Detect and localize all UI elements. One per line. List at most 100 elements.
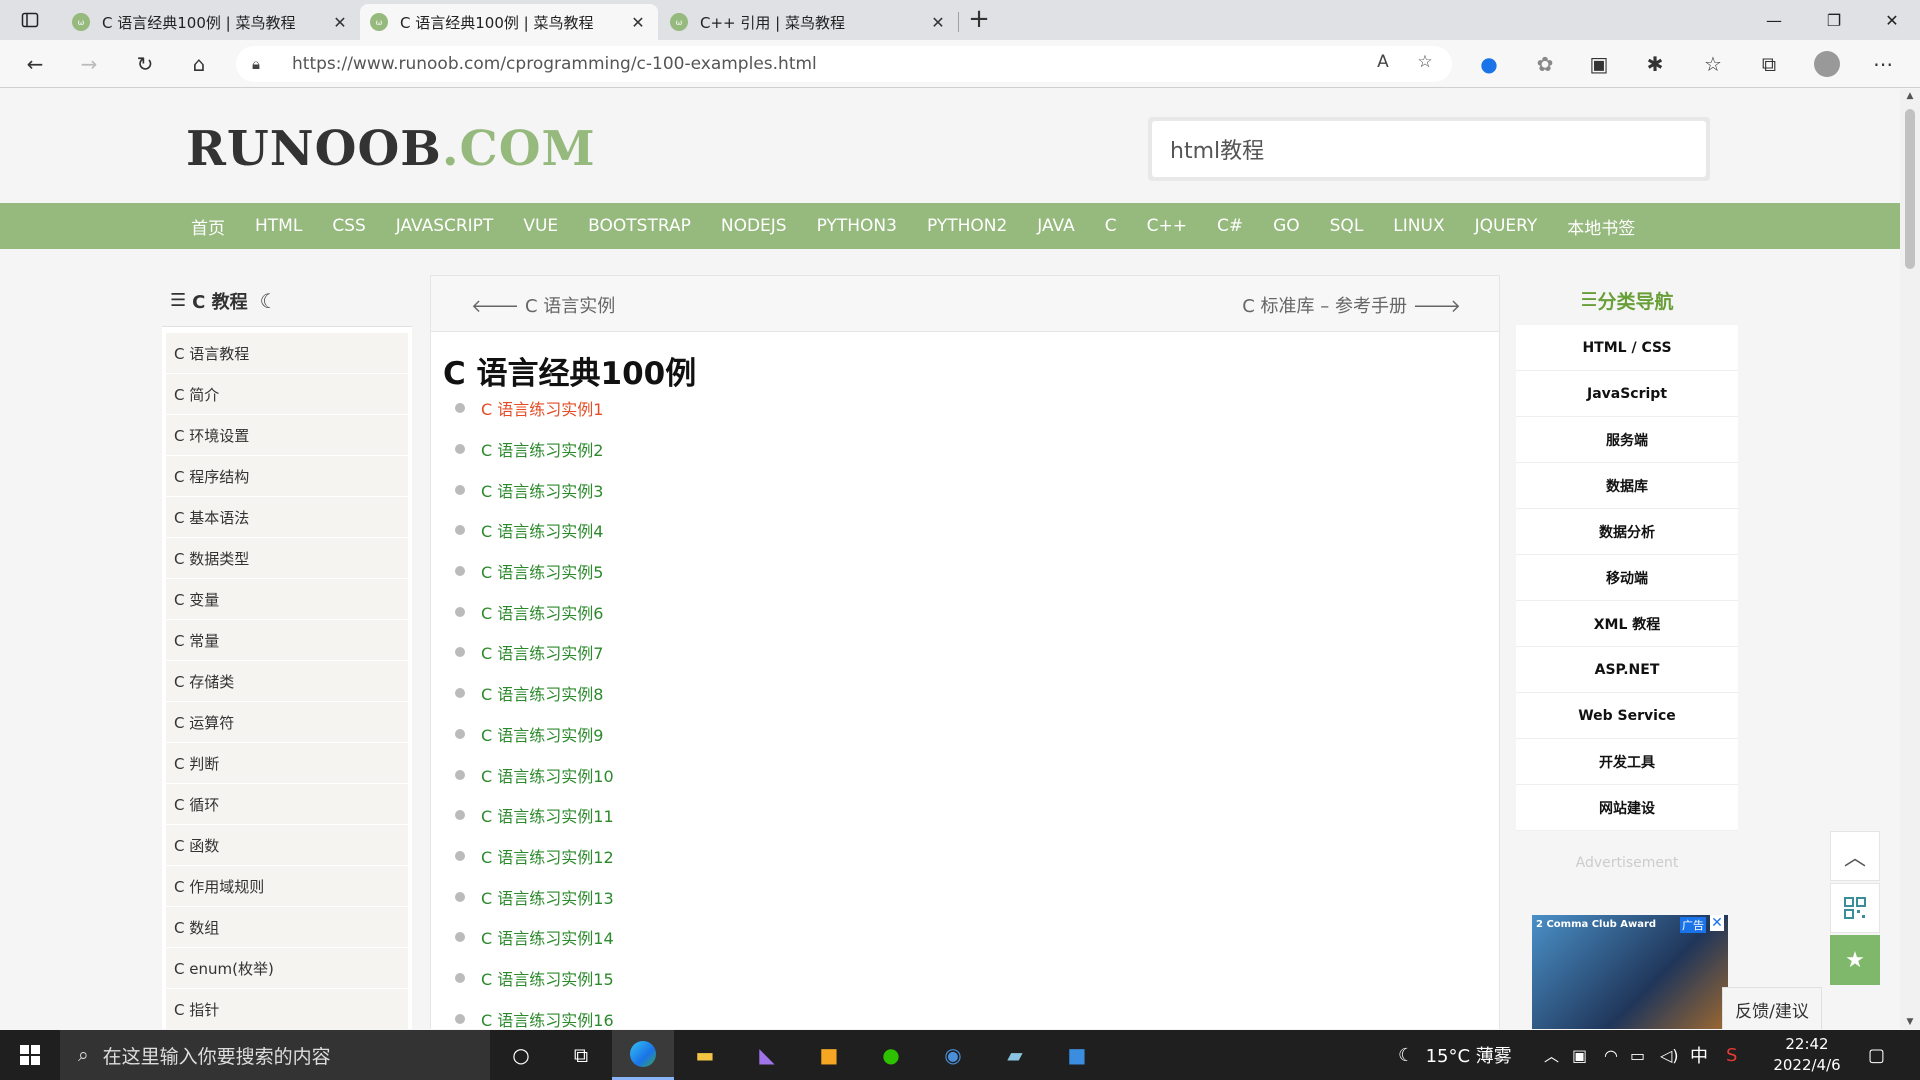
taskbar-search[interactable]: ⌕ 在这里输入你要搜索的内容 <box>60 1030 490 1080</box>
restore-icon[interactable]: ❐ <box>1806 0 1862 40</box>
feedback-button[interactable]: 反馈/建议 <box>1722 987 1822 1029</box>
next-link[interactable]: C 标准库 – 参考手册 🡒 <box>1242 292 1461 318</box>
example-link[interactable]: C 语言练习实例11 <box>481 803 614 827</box>
example-link[interactable]: C 语言练习实例15 <box>481 966 614 990</box>
nav-item[interactable]: 首页 <box>176 214 240 239</box>
nav-item[interactable]: HTML <box>240 216 317 236</box>
nav-item[interactable]: SQL <box>1315 216 1379 236</box>
tray-app-icon[interactable]: ▣ <box>1572 1030 1587 1080</box>
blue-app-icon[interactable]: ■ <box>1046 1030 1108 1080</box>
scroll-down-icon[interactable]: ▼ <box>1900 1017 1920 1027</box>
address-bar[interactable]: 🔒︎ https://www.runoob.com/cprogramming/c… <box>236 46 1452 82</box>
nav-item[interactable]: PYTHON3 <box>802 216 912 236</box>
minimize-icon[interactable]: — <box>1746 0 1802 40</box>
nav-item[interactable]: JQUERY <box>1460 216 1553 236</box>
extension-game-icon[interactable]: ▣ <box>1582 48 1616 80</box>
close-tab-icon[interactable]: ✕ <box>628 13 648 32</box>
close-window-icon[interactable]: ✕ <box>1864 0 1920 40</box>
tray-chevron-icon[interactable]: ︿ <box>1544 1030 1559 1080</box>
nav-item[interactable]: LINUX <box>1378 216 1459 236</box>
volume-icon[interactable]: ◁) <box>1660 1030 1679 1080</box>
weather-widget[interactable]: ☾ 15°C 薄雾 <box>1398 1030 1512 1080</box>
example-link[interactable]: C 语言练习实例16 <box>481 1007 614 1029</box>
task-view-icon[interactable]: ⧉ <box>550 1030 612 1080</box>
example-link[interactable]: C 语言练习实例6 <box>481 600 603 624</box>
sidebar-item[interactable]: C 数组 <box>166 907 408 948</box>
example-link[interactable]: C 语言练习实例8 <box>481 681 603 705</box>
new-tab-button[interactable]: + <box>964 6 994 34</box>
category-item[interactable]: 网站建设 <box>1516 785 1738 831</box>
ad-banner[interactable]: 2 Comma Club Award 广告 ✕ <box>1532 915 1728 1029</box>
nav-item[interactable]: JAVA <box>1022 216 1089 236</box>
ime-indicator[interactable]: 中 <box>1690 1030 1708 1080</box>
category-item[interactable]: Web Service <box>1516 693 1738 739</box>
browser-tab-3[interactable]: ω C++ 引用 | 菜鸟教程 ✕ <box>660 4 958 40</box>
example-link[interactable]: C 语言练习实例12 <box>481 844 614 868</box>
category-item[interactable]: 移动端 <box>1516 555 1738 601</box>
sidebar-item[interactable]: C 程序结构 <box>166 456 408 497</box>
sidebar-item[interactable]: C 作用域规则 <box>166 866 408 907</box>
home-icon[interactable]: ⌂ <box>182 48 216 80</box>
more-menu-icon[interactable]: ⋯ <box>1866 48 1900 80</box>
scrollbar-thumb[interactable] <box>1905 109 1915 269</box>
nav-item[interactable]: VUE <box>508 216 573 236</box>
sogou-ime-icon[interactable]: S <box>1726 1030 1737 1080</box>
close-tab-icon[interactable]: ✕ <box>928 13 948 32</box>
extension-paw-icon[interactable]: ✿ <box>1528 48 1562 80</box>
sidebar-item[interactable]: C 指针 <box>166 989 408 1029</box>
app-yellow-icon[interactable]: ■ <box>798 1030 860 1080</box>
add-favorite-icon[interactable]: ☆ <box>1412 52 1438 76</box>
scroll-up-icon[interactable]: ▲ <box>1900 91 1920 101</box>
notification-icon[interactable]: ▢ <box>1868 1030 1885 1080</box>
sidebar-item[interactable]: C 存储类 <box>166 661 408 702</box>
category-item[interactable]: HTML / CSS <box>1516 325 1738 371</box>
nav-item[interactable]: GO <box>1258 216 1315 236</box>
sidebar-item[interactable]: C 常量 <box>166 620 408 661</box>
nav-item[interactable]: JAVASCRIPT <box>381 216 509 236</box>
extension-blue-icon[interactable]: ● <box>1472 48 1506 80</box>
forward-icon[interactable]: → <box>72 48 106 80</box>
sidebar-item[interactable]: C 变量 <box>166 579 408 620</box>
category-item[interactable]: 数据库 <box>1516 463 1738 509</box>
category-item[interactable]: JavaScript <box>1516 371 1738 417</box>
sidebar-item[interactable]: C 函数 <box>166 825 408 866</box>
nav-item[interactable]: NODEJS <box>706 216 802 236</box>
bookmark-star-icon[interactable]: ★ <box>1830 935 1880 985</box>
nav-item[interactable]: PYTHON2 <box>912 216 1022 236</box>
sidebar-item[interactable]: C 运算符 <box>166 702 408 743</box>
example-link[interactable]: C 语言练习实例13 <box>481 885 614 909</box>
category-item[interactable]: XML 教程 <box>1516 601 1738 647</box>
sidebar-item[interactable]: C 数据类型 <box>166 538 408 579</box>
cortana-icon[interactable]: ○ <box>490 1030 552 1080</box>
profile-avatar-icon[interactable] <box>1810 48 1844 80</box>
sidebar-item[interactable]: C 判断 <box>166 743 408 784</box>
close-tab-icon[interactable]: ✕ <box>330 13 350 32</box>
battery-icon[interactable]: ▭ <box>1630 1030 1645 1080</box>
nav-item[interactable]: C++ <box>1132 216 1202 236</box>
example-link[interactable]: C 语言练习实例10 <box>481 763 614 787</box>
read-aloud-icon[interactable]: A <box>1370 52 1396 76</box>
edge-browser-icon[interactable] <box>612 1030 674 1080</box>
example-link[interactable]: C 语言练习实例5 <box>481 559 603 583</box>
dark-mode-moon-icon[interactable]: ☾ <box>260 289 278 313</box>
network-app-icon[interactable]: ◉ <box>922 1030 984 1080</box>
refresh-icon[interactable]: ↻ <box>128 48 162 80</box>
back-to-top-icon[interactable]: ︿ <box>1830 831 1880 881</box>
notepad-app-icon[interactable]: ▰ <box>984 1030 1046 1080</box>
wifi-icon[interactable]: ◠ <box>1604 1030 1618 1080</box>
extensions-icon[interactable]: ✱ <box>1638 48 1672 80</box>
search-input[interactable] <box>1152 121 1706 177</box>
example-link[interactable]: C 语言练习实例9 <box>481 722 603 746</box>
example-link[interactable]: C 语言练习实例2 <box>481 437 603 461</box>
example-link[interactable]: C 语言练习实例14 <box>481 925 614 949</box>
sidebar-item[interactable]: C 环境设置 <box>166 415 408 456</box>
page-scrollbar[interactable]: ▲ ▼ <box>1900 89 1920 1029</box>
nav-item[interactable]: C# <box>1202 216 1258 236</box>
nav-item[interactable]: CSS <box>317 216 380 236</box>
nav-item[interactable]: 本地书签 <box>1552 214 1650 239</box>
category-item[interactable]: 服务端 <box>1516 417 1738 463</box>
sidebar-item[interactable]: C 循环 <box>166 784 408 825</box>
sidebar-item[interactable]: C 基本语法 <box>166 497 408 538</box>
example-link[interactable]: C 语言练习实例1 <box>481 396 603 420</box>
back-icon[interactable]: ← <box>18 48 52 80</box>
